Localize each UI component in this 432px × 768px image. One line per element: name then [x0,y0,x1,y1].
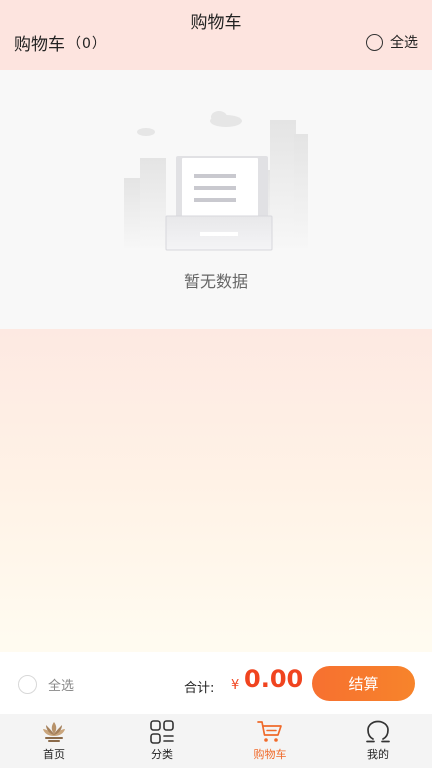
tab-category-label: 分类 [151,748,173,761]
select-all-bottom[interactable]: 全选 [18,675,74,694]
checkout-bar: 全选 合计: ¥ 0.00 结算 [0,652,432,714]
empty-message: 暂无数据 [183,272,248,291]
tab-bar: 首页 分类 购物车 我的 [0,714,432,768]
select-all-bottom-label: 全选 [48,679,75,694]
tab-home-label: 首页 [43,748,65,761]
home-lotus-icon [43,722,65,742]
empty-document-illustration [124,111,308,251]
select-all-top[interactable]: 全选 [366,32,418,52]
cart-title: 购物车 （0） [14,30,107,55]
total-label: 合计: [184,681,215,696]
tab-cart[interactable]: 购物车 [216,714,324,768]
tab-home[interactable]: 首页 [0,714,108,768]
tab-profile[interactable]: 我的 [324,714,432,768]
tab-cart-label: 购物车 [253,748,287,761]
checkout-button[interactable]: 结算 [312,666,415,701]
select-all-bottom-radio-icon[interactable] [18,675,37,694]
currency-symbol: ¥ [231,678,240,693]
select-all-radio-icon[interactable] [366,33,383,51]
category-grid-icon [150,720,174,744]
total-amount: 0.00 [244,665,304,693]
empty-state-panel: 暂无数据 [0,70,432,329]
tab-profile-label: 我的 [367,748,389,761]
profile-icon [366,720,390,743]
cart-icon [257,721,282,742]
tab-category[interactable]: 分类 [108,714,216,768]
cart-title-label: 购物车 [14,35,65,55]
select-all-top-label: 全选 [390,35,418,51]
header: 购物车 购物车 （0） 全选 [0,0,432,70]
cart-count: （0） [67,35,107,52]
